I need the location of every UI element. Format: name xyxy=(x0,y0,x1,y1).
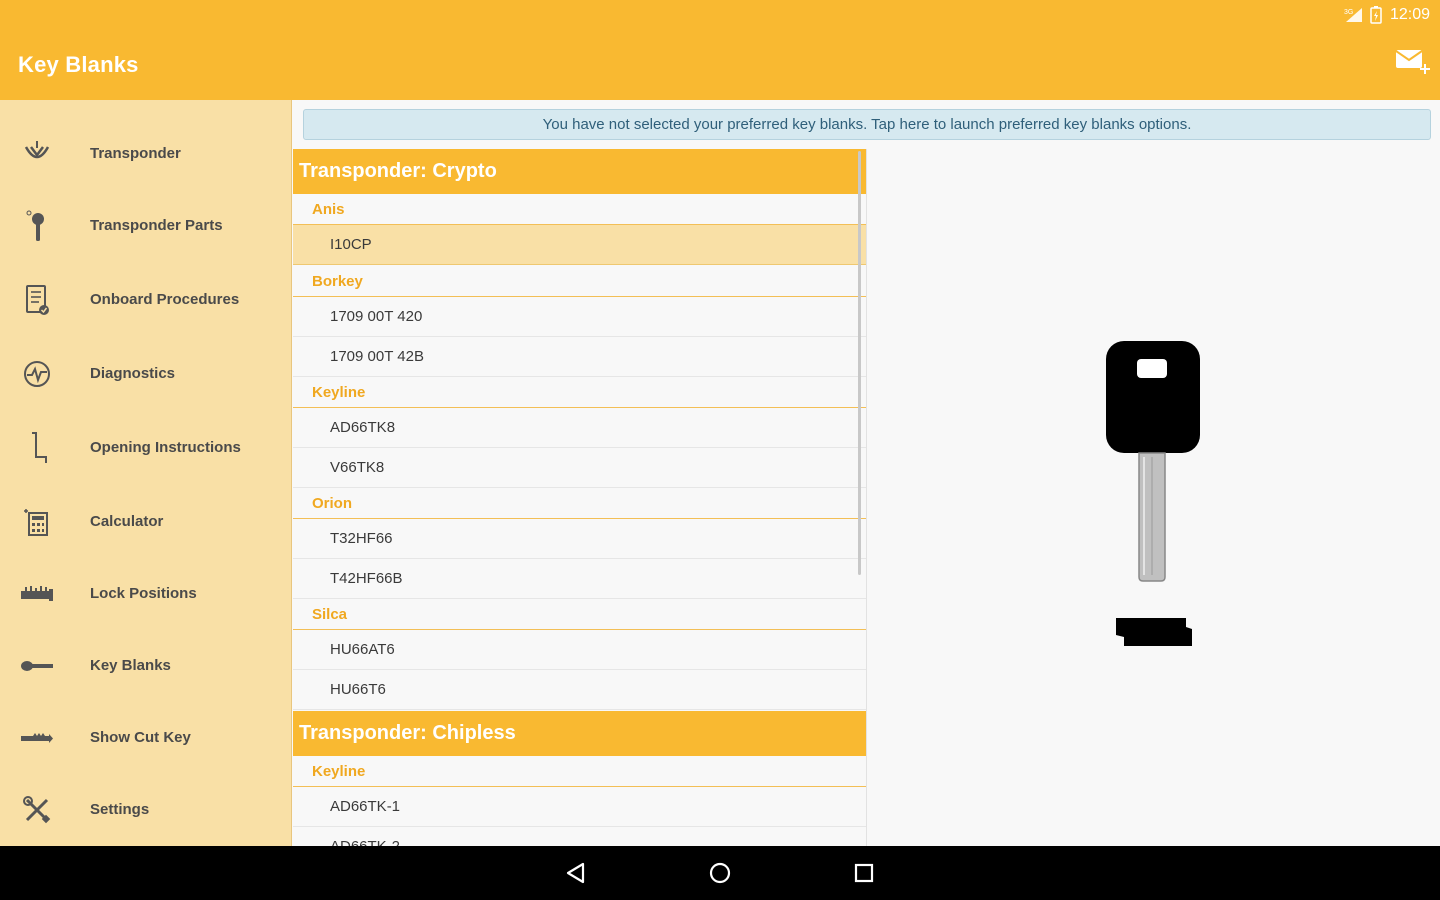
sidebar-item-settings[interactable]: Settings xyxy=(0,774,292,846)
sidebar-item-key-blanks[interactable]: Key Blanks xyxy=(0,630,292,702)
list-scrollbar[interactable] xyxy=(858,151,861,575)
key-icon xyxy=(18,647,56,685)
brand-header: Borkey xyxy=(293,266,866,297)
brand-header: Anis xyxy=(293,194,866,225)
sidebar-item-label: Opening Instructions xyxy=(90,439,241,456)
sidebar-item-show-cut-key[interactable]: Show Cut Key xyxy=(0,702,292,774)
compose-mail-button[interactable] xyxy=(1394,46,1430,80)
home-icon xyxy=(709,862,731,884)
key-blank-image xyxy=(1106,341,1200,646)
battery-icon xyxy=(1370,6,1382,24)
list-item[interactable]: AD66TK-2 xyxy=(293,827,866,846)
section-header: Transponder: Chipless xyxy=(293,711,866,756)
sidebar-item-diagnostics[interactable]: Diagnostics xyxy=(0,338,292,410)
key-blank-list[interactable]: Transponder: Crypto Anis I10CP Borkey 17… xyxy=(293,149,867,846)
sidebar-item-opening-instructions[interactable]: Opening Instructions xyxy=(0,412,292,484)
sidebar-item-label: Calculator xyxy=(90,513,164,530)
recents-icon xyxy=(854,863,874,883)
list-item[interactable]: AD66TK-1 xyxy=(293,787,866,827)
cut-key-icon xyxy=(18,719,56,757)
list-item[interactable]: HU66AT6 xyxy=(293,630,866,670)
list-item[interactable]: I10CP xyxy=(293,225,866,265)
recents-button[interactable] xyxy=(851,860,877,886)
list-item[interactable]: HU66T6 xyxy=(293,670,866,710)
transponder-icon xyxy=(18,135,56,173)
home-button[interactable] xyxy=(707,860,733,886)
svg-text:3G: 3G xyxy=(1344,9,1353,16)
system-nav-bar xyxy=(0,846,1440,900)
page-title: Key Blanks xyxy=(18,52,139,77)
list-item[interactable]: 1709 00T 42B xyxy=(293,337,866,377)
sidebar-item-label: Show Cut Key xyxy=(90,729,191,746)
app-bar: 3G 12:09 Key Blanks xyxy=(0,0,1440,100)
checklist-icon xyxy=(18,281,56,319)
list-item[interactable]: AD66TK8 xyxy=(293,408,866,448)
brand-header: Keyline xyxy=(293,756,866,787)
back-icon xyxy=(566,862,585,884)
sidebar-item-calculator[interactable]: Calculator xyxy=(0,486,292,558)
key-preview-panel xyxy=(868,149,1440,846)
sidebar-item-label: Transponder Parts xyxy=(90,217,223,234)
signal-icon: 3G xyxy=(1344,7,1362,23)
list-item[interactable]: T32HF66 xyxy=(293,519,866,559)
pick-tool-icon xyxy=(18,429,56,467)
clock: 12:09 xyxy=(1389,6,1430,23)
status-bar: 3G 12:09 xyxy=(1344,4,1430,26)
tools-icon xyxy=(18,791,56,829)
transponder-parts-icon xyxy=(18,207,56,245)
sidebar-item-onboard-procedures[interactable]: Onboard Procedures xyxy=(0,264,292,336)
sidebar-item-transponder[interactable]: Transponder xyxy=(0,118,292,190)
sidebar-item-label: Lock Positions xyxy=(90,585,197,602)
section-header: Transponder: Crypto xyxy=(293,149,866,194)
brand-header: Silca xyxy=(293,599,866,630)
list-item[interactable]: 1709 00T 420 xyxy=(293,297,866,337)
back-button[interactable] xyxy=(563,860,589,886)
sidebar-item-label: Transponder xyxy=(90,145,181,162)
diagnostics-icon xyxy=(18,355,56,393)
sidebar-item-transponder-parts[interactable]: Transponder Parts xyxy=(0,190,292,262)
sidebar-item-label: Key Blanks xyxy=(90,657,171,674)
list-item[interactable]: V66TK8 xyxy=(293,448,866,488)
lock-positions-icon xyxy=(18,575,56,613)
sidebar-nav: Transponder Transponder Parts Onboard Pr… xyxy=(0,100,292,846)
preferred-blanks-banner[interactable]: You have not selected your preferred key… xyxy=(303,109,1431,140)
calculator-icon xyxy=(18,503,56,541)
sidebar-item-lock-positions[interactable]: Lock Positions xyxy=(0,558,292,630)
sidebar-item-label: Onboard Procedures xyxy=(90,291,240,308)
brand-header: Keyline xyxy=(293,377,866,408)
list-item[interactable]: T42HF66B xyxy=(293,559,866,599)
sidebar-item-label: Diagnostics xyxy=(90,365,176,382)
brand-header: Orion xyxy=(293,488,866,519)
sidebar-item-label: Settings xyxy=(90,801,150,818)
mail-add-icon xyxy=(1395,50,1430,74)
